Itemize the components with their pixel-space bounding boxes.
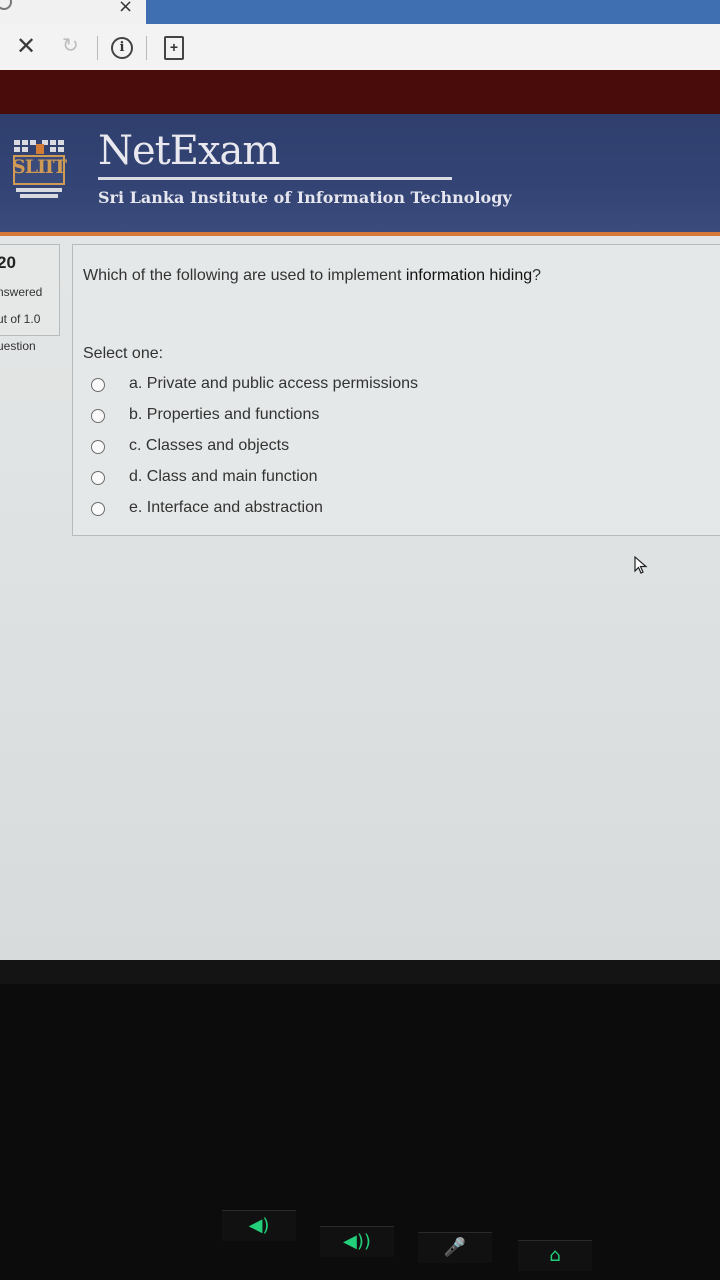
question-text-end: ? [532,267,542,284]
radio-button[interactable] [91,378,105,392]
info-icon[interactable]: i [111,37,133,59]
tab-strip: × [0,0,720,24]
laptop-bezel: ◀) ◀)) 🎤 ⌂ [0,960,720,1280]
volume-down-key[interactable]: ◀) [222,1210,296,1241]
stop-icon[interactable]: ✕ [16,32,36,60]
radio-button[interactable] [91,440,105,454]
flag-question-link[interactable]: uestion [0,339,36,353]
title-rule [98,177,452,180]
top-band [0,70,720,114]
tab-close-button[interactable]: × [118,0,133,17]
question-text-emphasis: information hiding [405,267,533,284]
question-info-box: 20 nswered ut of 1.0 uestion [0,244,60,353]
option-label[interactable]: a. Private and public access permissions [129,375,418,393]
browser-toolbar: ✕ ↻ i + [0,24,720,70]
option-label[interactable]: d. Class and main function [129,468,318,486]
option-label[interactable]: e. Interface and abstraction [129,499,323,517]
browser-tab[interactable]: × [0,0,146,24]
home-key[interactable]: ⌂ [518,1240,592,1271]
radio-button[interactable] [91,471,105,485]
toolbar-divider [97,36,98,60]
netexam-header: SLIIT NetExam Sri Lanka Institute of Inf… [0,114,720,236]
option-label[interactable]: b. Properties and functions [129,406,319,424]
option-label[interactable]: c. Classes and objects [129,437,289,455]
mic-mute-key[interactable]: 🎤 [418,1232,492,1263]
tab-favicon [0,0,12,10]
select-one-label: Select one: [83,345,164,362]
mouse-cursor-icon [634,556,648,574]
radio-button[interactable] [91,409,105,423]
page-icon[interactable]: + [164,36,184,60]
question-marks: ut of 1.0 [0,312,41,326]
question-text-part: Which of the following are used to imple… [83,267,406,284]
institute-subtitle: Sri Lanka Institute of Information Techn… [98,188,512,207]
page-title: NetExam [98,128,280,174]
radio-button[interactable] [91,502,105,516]
bezel-edge [0,960,720,984]
question-card: Which of the following are used to imple… [72,244,720,536]
toolbar-divider [146,36,147,60]
question-status: nswered [0,285,43,299]
question-number: 20 [0,253,16,272]
screen: × ✕ ↻ i + SLIIT NetExam Sri Lanka Instit… [0,0,720,960]
logo-text: SLIIT [12,156,67,178]
reload-icon[interactable]: ↻ [62,33,79,57]
volume-up-key[interactable]: ◀)) [320,1226,394,1257]
question-text: Which of the following are used to imple… [83,267,541,285]
